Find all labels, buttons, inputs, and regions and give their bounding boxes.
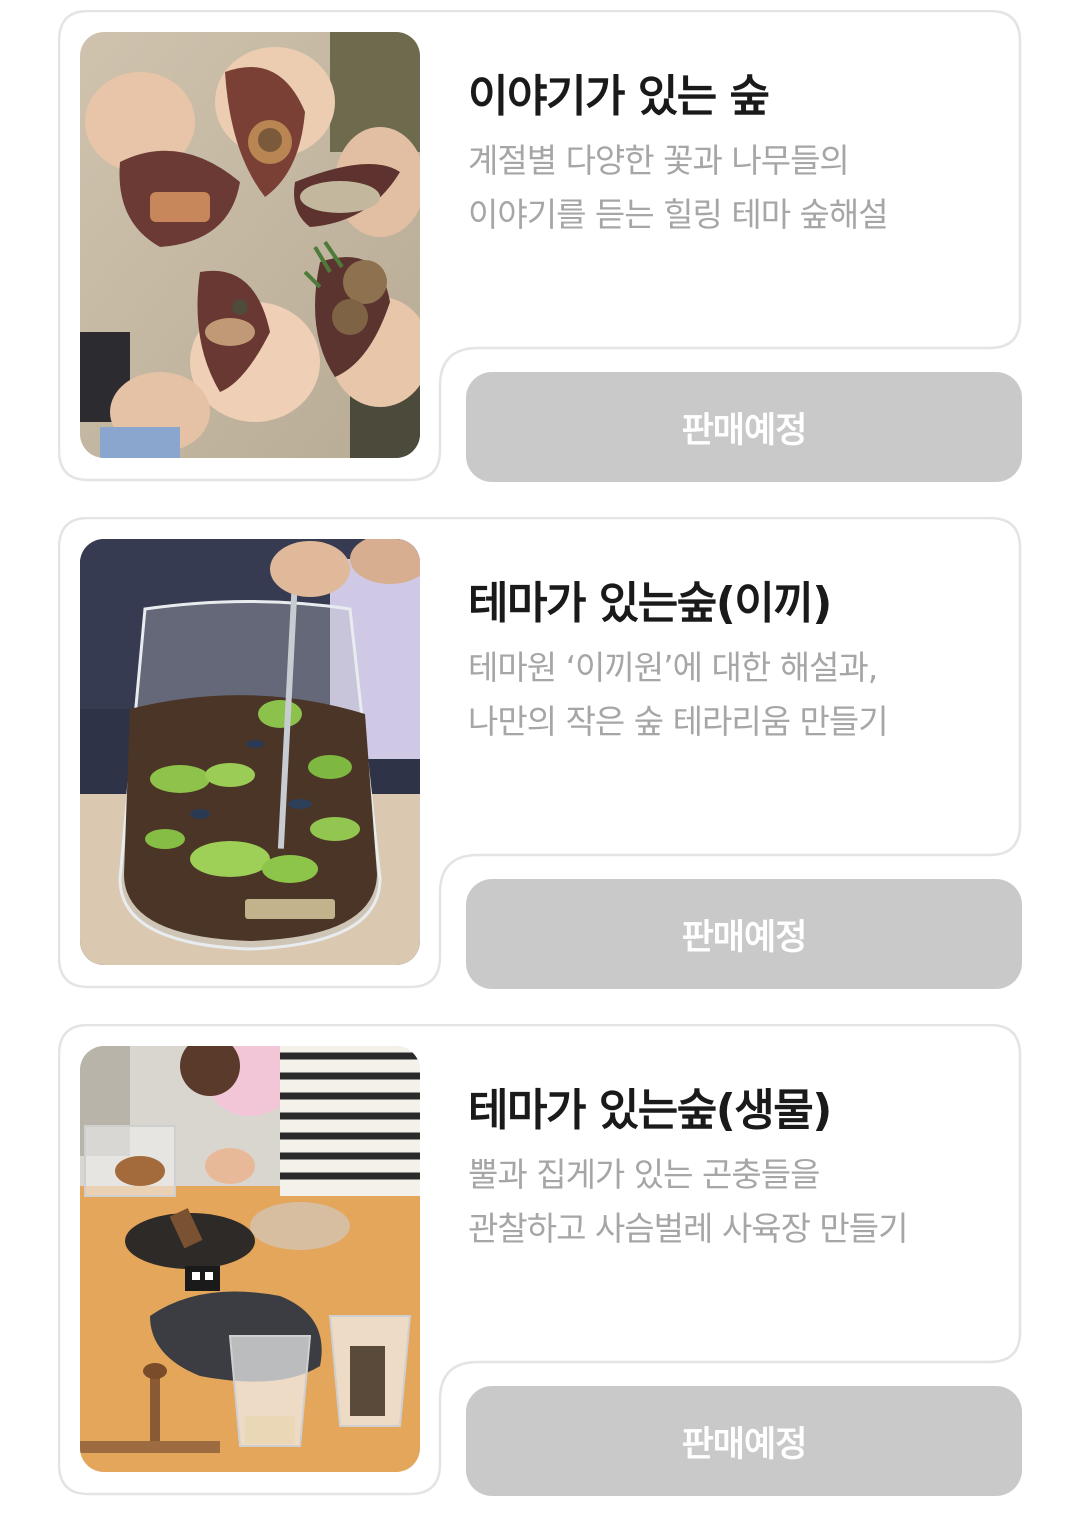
- program-card-forest-story[interactable]: 이야기가 있는 숲 계절별 다양한 꽃과 나무들의 이야기를 듣는 힐링 테마 …: [58, 10, 1022, 482]
- program-description-line: 나만의 작은 숲 테라리움 만들기: [468, 702, 889, 741]
- program-description-line: 이야기를 듣는 힐링 테마 숲해설: [468, 195, 889, 234]
- program-description: 테마원 ‘이끼원’에 대한 해설과, 나만의 작은 숲 테라리움 만들기: [468, 641, 1008, 749]
- program-card-moss[interactable]: 테마가 있는숲(이끼) 테마원 ‘이끼원’에 대한 해설과, 나만의 작은 숲 …: [58, 517, 1022, 989]
- program-description: 뿔과 집게가 있는 곤충들을 관찰하고 사슴벌레 사육장 만들기: [468, 1148, 1008, 1256]
- program-description-line: 테마원 ‘이끼원’에 대한 해설과,: [468, 648, 878, 687]
- program-photo-insect-habitat: [80, 1046, 420, 1472]
- program-photo-leaves: [80, 32, 420, 458]
- sale-status-button[interactable]: 판매예정: [466, 372, 1022, 482]
- program-card-insects[interactable]: 테마가 있는숲(생물) 뿔과 집게가 있는 곤충들을 관찰하고 사슴벌레 사육장…: [58, 1024, 1022, 1496]
- sale-status-button[interactable]: 판매예정: [466, 1386, 1022, 1496]
- program-photo-terrarium: [80, 539, 420, 965]
- program-title: 테마가 있는숲(이끼): [468, 578, 832, 629]
- program-description: 계절별 다양한 꽃과 나무들의 이야기를 듣는 힐링 테마 숲해설: [468, 134, 1008, 242]
- program-description-line: 뿔과 집게가 있는 곤충들을: [468, 1155, 820, 1194]
- program-title: 테마가 있는숲(생물): [468, 1085, 832, 1136]
- sale-status-button[interactable]: 판매예정: [466, 879, 1022, 989]
- program-description-line: 계절별 다양한 꽃과 나무들의: [468, 141, 850, 180]
- program-title: 이야기가 있는 숲: [468, 71, 770, 122]
- program-description-line: 관찰하고 사슴벌레 사육장 만들기: [468, 1209, 909, 1248]
